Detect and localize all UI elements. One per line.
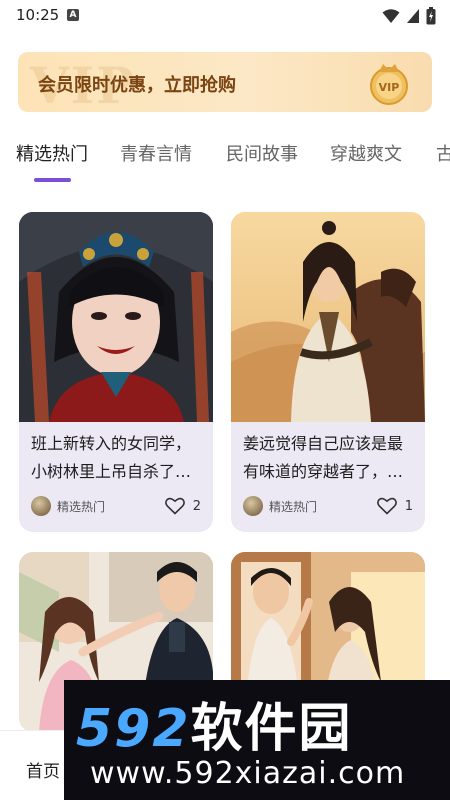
site-logo-text: 592软件园 bbox=[76, 686, 353, 761]
battery-icon bbox=[426, 7, 436, 25]
site-watermark-overlay: 592软件园 www.592xiazai.com bbox=[64, 680, 450, 800]
story-category: 精选热门 bbox=[57, 499, 106, 514]
vip-promo-banner[interactable]: VIP 会员限时优惠，立即抢购 VIP bbox=[18, 52, 432, 112]
tab-ancient[interactable]: 古 bbox=[436, 140, 450, 166]
story-card[interactable]: 班上新转入的女同学，小树林里上吊自杀了… 精选热门 2 bbox=[19, 212, 213, 532]
wifi-icon bbox=[382, 9, 400, 23]
vip-crown-badge-icon: VIP bbox=[370, 64, 408, 105]
site-logo-cn: 软件园 bbox=[190, 699, 353, 759]
heart-icon bbox=[376, 497, 397, 515]
like-count: 2 bbox=[192, 498, 201, 514]
signal-icon bbox=[407, 9, 419, 23]
tab-time-travel[interactable]: 穿越爽文 bbox=[330, 140, 402, 166]
tab-youth-romance[interactable]: 青春言情 bbox=[120, 140, 192, 166]
like-control[interactable]: 1 bbox=[376, 497, 413, 515]
story-cover-image bbox=[231, 212, 425, 422]
like-count: 1 bbox=[404, 498, 413, 514]
story-category: 精选热门 bbox=[269, 499, 318, 514]
story-card[interactable]: 姜远觉得自己应该是最有味道的穿越者了，… 精选热门 1 bbox=[231, 212, 425, 532]
author-avatar bbox=[243, 496, 263, 516]
status-bar: 10:25 A bbox=[0, 0, 450, 32]
vip-promo-text: 会员限时优惠，立即抢购 bbox=[38, 75, 236, 96]
tab-featured[interactable]: 精选热门 bbox=[16, 140, 88, 166]
status-time: 10:25 bbox=[16, 6, 60, 24]
tab-folk-tales[interactable]: 民间故事 bbox=[226, 140, 298, 166]
author-avatar bbox=[31, 496, 51, 516]
story-cover-image bbox=[19, 212, 213, 422]
story-title: 班上新转入的女同学，小树林里上吊自杀了… bbox=[31, 434, 192, 481]
status-icons bbox=[382, 7, 436, 25]
story-meta: 精选热门 1 bbox=[243, 494, 413, 518]
story-meta: 精选热门 2 bbox=[31, 494, 201, 518]
vip-badge-label: VIP bbox=[379, 81, 400, 94]
like-control[interactable]: 2 bbox=[164, 497, 201, 515]
tab-active-indicator bbox=[34, 178, 71, 182]
heart-icon bbox=[164, 497, 185, 515]
site-logo-digits: 592 bbox=[76, 699, 191, 759]
story-title: 姜远觉得自己应该是最有味道的穿越者了，… bbox=[243, 434, 404, 481]
site-url: www.592xiazai.com bbox=[90, 756, 406, 791]
nav-home[interactable]: 首页 bbox=[26, 757, 60, 782]
notification-a-icon: A bbox=[67, 9, 79, 21]
